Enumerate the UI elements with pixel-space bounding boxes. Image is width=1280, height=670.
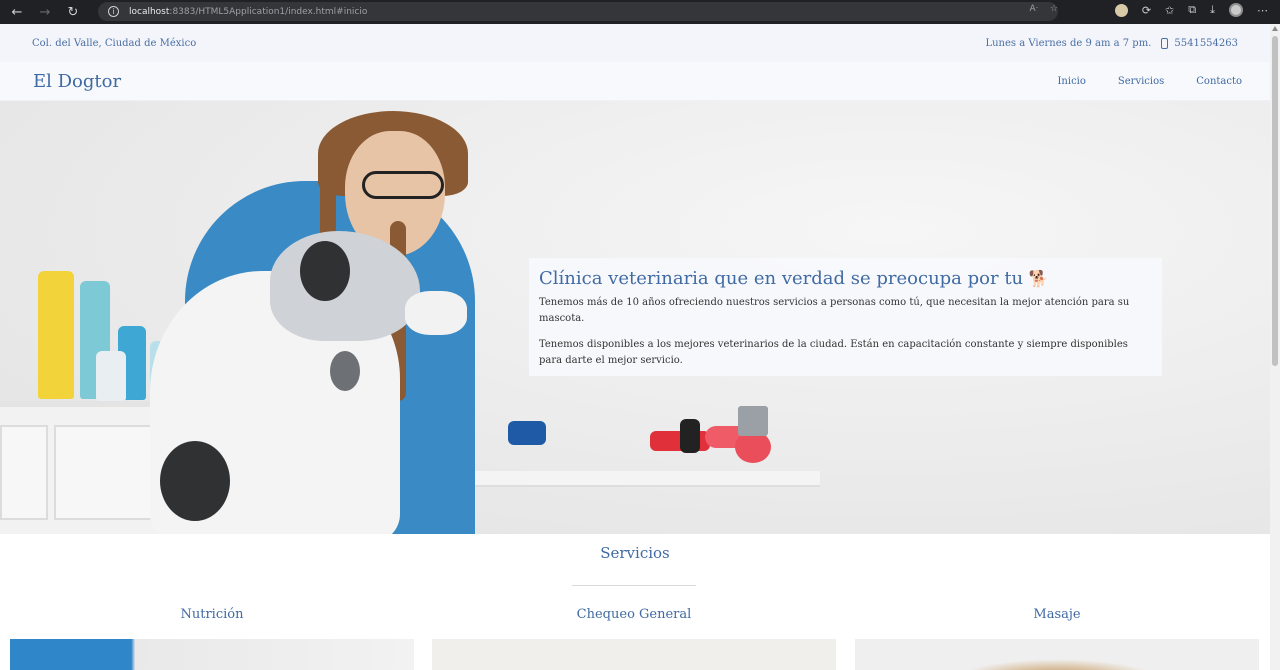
- vet-glasses: [362, 171, 444, 199]
- favorites-icon[interactable]: ✩: [1165, 4, 1174, 17]
- main-navbar: El Dogtor Inicio Servicios Contacto: [0, 62, 1270, 101]
- service-card-chequeo: Chequeo General: [432, 607, 836, 670]
- phone-number: 5541554263: [1174, 37, 1238, 49]
- refresh-extension-icon[interactable]: ⟳: [1142, 4, 1151, 17]
- dog-emoji-icon: 🐕: [1028, 269, 1049, 288]
- address-bar[interactable]: i localhost:8383/HTML5Application1/index…: [98, 2, 1058, 21]
- white-bottle: [96, 351, 126, 401]
- hero-card: Clínica veterinaria que en verdad se pre…: [529, 258, 1162, 376]
- service-image: [432, 639, 836, 670]
- service-image: [855, 639, 1259, 670]
- cup-holder: [738, 406, 768, 436]
- site-info-icon[interactable]: i: [108, 6, 119, 17]
- nav-item-contacto[interactable]: Contacto: [1196, 76, 1242, 87]
- service-card-nutricion: Nutrición: [10, 607, 414, 670]
- vet-gloved-hand: [405, 291, 467, 335]
- business-hours: Lunes a Viernes de 9 am a 7 pm.: [985, 37, 1152, 49]
- hero-title: Clínica veterinaria que en verdad se pre…: [539, 268, 1049, 289]
- hero-banner: Clínica veterinaria que en verdad se pre…: [0, 101, 1270, 534]
- scrollbar-thumb[interactable]: [1272, 36, 1278, 366]
- blue-box: [508, 421, 546, 445]
- hero-paragraph-2: Tenemos disponibles a los mejores veteri…: [539, 339, 1128, 366]
- services-section: Servicios Nutrición Chequeo General Masa…: [0, 534, 1270, 670]
- nav-item-servicios[interactable]: Servicios: [1118, 76, 1164, 87]
- clinic-address: Col. del Valle, Ciudad de México: [32, 37, 197, 49]
- forward-arrow-icon[interactable]: →: [34, 3, 56, 21]
- scroll-up-icon[interactable]: [1272, 26, 1278, 31]
- nav-menu: Inicio Servicios Contacto: [1057, 76, 1242, 87]
- nav-item-inicio[interactable]: Inicio: [1057, 76, 1085, 87]
- black-toy: [680, 419, 700, 453]
- hero-table: [440, 471, 820, 487]
- page-viewport: Col. del Valle, Ciudad de México Lunes a…: [0, 24, 1270, 670]
- favorite-star-icon[interactable]: ☆: [1050, 4, 1058, 14]
- service-card-masaje: Masaje: [855, 607, 1259, 670]
- collections-icon[interactable]: ⧉: [1188, 3, 1196, 17]
- page-scrollbar[interactable]: [1270, 24, 1280, 670]
- back-arrow-icon[interactable]: ←: [6, 3, 28, 21]
- service-title: Masaje: [1033, 607, 1081, 622]
- services-heading: Servicios: [600, 544, 670, 562]
- brand-logo[interactable]: El Dogtor: [33, 71, 121, 92]
- browser-toolbar: ← → ↻ i localhost:8383/HTML5Application1…: [0, 0, 1280, 24]
- more-menu-icon[interactable]: ⋯: [1257, 4, 1268, 17]
- url-text[interactable]: localhost:8383/HTML5Application1/index.h…: [129, 7, 367, 17]
- service-image: [10, 639, 414, 670]
- profile-avatar[interactable]: [1229, 3, 1243, 17]
- service-title: Nutrición: [180, 607, 244, 622]
- reload-icon[interactable]: ↻: [62, 3, 84, 21]
- info-topbar: Col. del Valle, Ciudad de México Lunes a…: [0, 24, 1270, 62]
- service-title: Chequeo General: [576, 607, 692, 622]
- read-aloud-icon[interactable]: Aᐧ: [1029, 4, 1037, 14]
- yellow-bottle: [38, 271, 74, 399]
- downloads-icon[interactable]: ⤓: [1210, 3, 1215, 17]
- phone-icon: [1161, 37, 1169, 49]
- extension-icon[interactable]: [1114, 3, 1128, 17]
- hero-paragraph-1: Tenemos más de 10 años ofreciendo nuestr…: [539, 297, 1130, 324]
- section-divider: [572, 585, 696, 586]
